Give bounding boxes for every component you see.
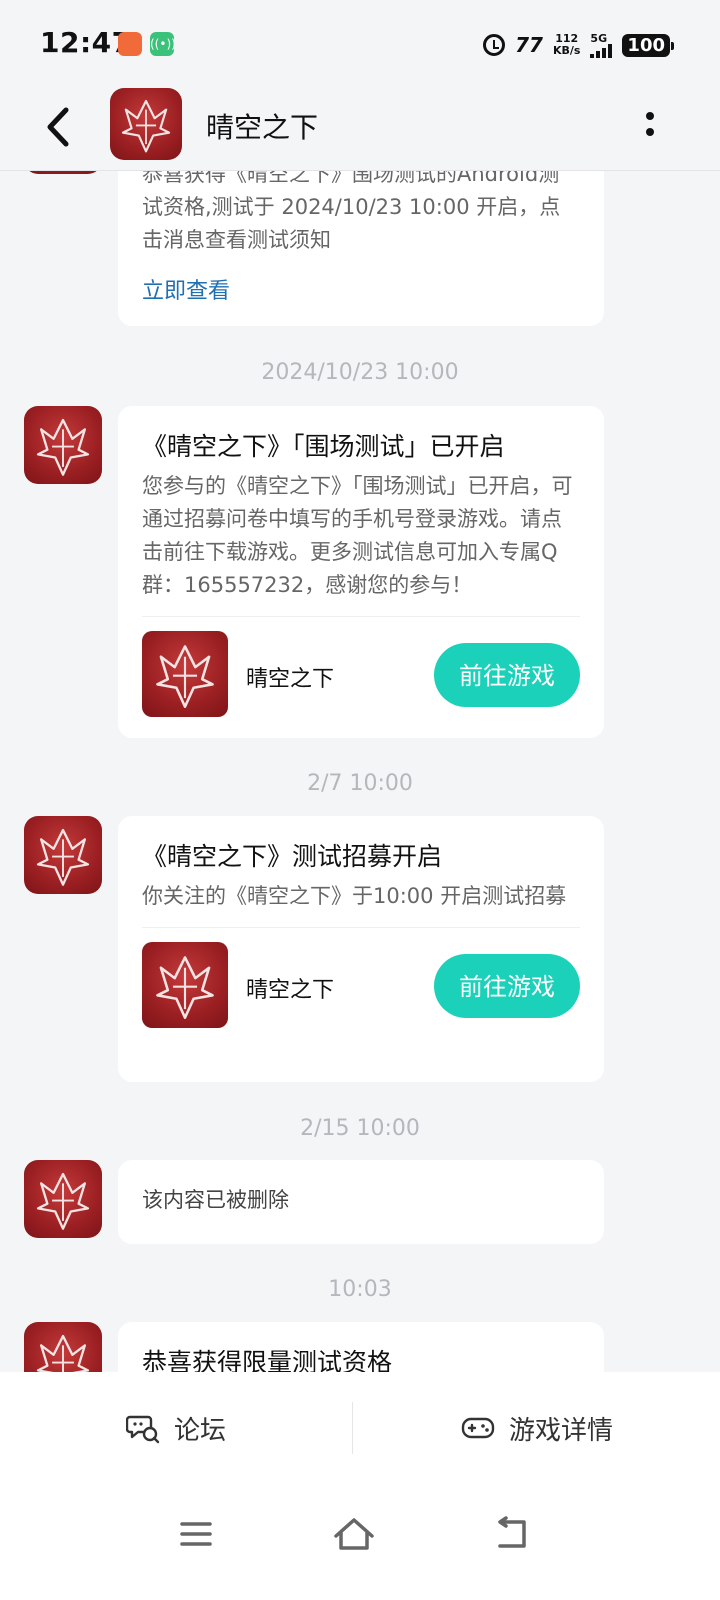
message-card[interactable]: 恭喜获得限量测试资格 — [118, 1322, 604, 1372]
system-navigation-bar — [0, 1484, 720, 1600]
message-card[interactable]: 该内容已被删除 — [118, 1160, 604, 1244]
message-title: 《晴空之下》「围场测试」已开启 — [142, 432, 505, 461]
notification-app-icon — [118, 32, 142, 56]
page-title: 晴空之下 — [206, 111, 319, 144]
back-arrow-icon — [498, 1516, 526, 1548]
home-button[interactable] — [330, 1514, 378, 1554]
bottom-tabbar: 论坛 游戏详情 — [0, 1372, 720, 1484]
game-name: 晴空之下 — [246, 667, 335, 692]
message-body: 恭喜获得《晴空之下》围场测试的Android测试资格,测试于 2024/10/2… — [142, 170, 561, 252]
status-indicators: 77 112 KB/s 5G 100 — [483, 30, 674, 60]
alarm-icon — [483, 34, 506, 56]
message-card[interactable]: 《晴空之下》「围场测试」已开启 您参与的《晴空之下》「围场测试」已开启，可通过招… — [118, 406, 604, 738]
message-title: 恭喜获得限量测试资格 — [142, 1348, 393, 1372]
game-name: 晴空之下 — [246, 978, 335, 1003]
more-options-button[interactable] — [640, 108, 660, 148]
recent-apps-button[interactable] — [172, 1514, 220, 1554]
network-type: 5G — [590, 31, 608, 45]
more-vertical-icon — [640, 112, 660, 136]
message-card[interactable]: 恭喜获得《晴空之下》围场测试的Android测试资格,测试于 2024/10/2… — [118, 170, 604, 326]
sender-avatar[interactable] — [24, 406, 102, 484]
gamepad-icon — [461, 1417, 495, 1439]
game-entry: 晴空之下 前往游戏 — [142, 927, 580, 1052]
chat-header: 晴空之下 — [0, 88, 720, 171]
sender-avatar[interactable] — [24, 1160, 102, 1238]
message-timestamp: 2024/10/23 10:00 — [261, 360, 459, 385]
status-bar: 12:47 ((•)) 77 112 KB/s 5G 100 — [0, 0, 720, 88]
forum-chat-icon — [125, 1415, 160, 1444]
signal-icon: 5G — [590, 31, 613, 58]
hotspot-icon: ((•)) — [150, 32, 176, 56]
game-avatar[interactable] — [110, 88, 182, 160]
network-speed: 112 KB/s — [553, 33, 580, 57]
tab-game-detail-label: 游戏详情 — [508, 1415, 613, 1446]
back-nav-button[interactable] — [488, 1514, 536, 1554]
message-timestamp: 2/15 10:00 — [300, 1116, 420, 1141]
home-icon — [334, 1518, 374, 1550]
message-body: 您参与的《晴空之下》「围场测试」已开启，可通过招募问卷中填写的手机号登录游戏。请… — [142, 474, 573, 597]
go-to-game-button[interactable]: 前往游戏 — [434, 954, 580, 1018]
message-title: 《晴空之下》测试招募开启 — [142, 842, 443, 871]
game-icon[interactable] — [142, 631, 228, 717]
message-timestamp: 2/7 10:00 — [307, 771, 413, 796]
go-to-game-button[interactable]: 前往游戏 — [434, 643, 580, 707]
tab-divider — [352, 1402, 353, 1454]
battery-icon: 100 — [622, 33, 674, 57]
message-timestamp: 10:03 — [328, 1277, 392, 1302]
message-body: 你关注的《晴空之下》于10:00 开启测试招募 — [142, 884, 567, 908]
menu-icon — [180, 1522, 212, 1546]
deleted-message-text: 该内容已被删除 — [142, 1188, 289, 1212]
tab-forum[interactable]: 论坛 — [0, 1372, 352, 1484]
tab-forum-label: 论坛 — [173, 1415, 226, 1446]
nfc-icon: 77 — [515, 33, 543, 57]
tab-game-detail[interactable]: 游戏详情 — [354, 1372, 720, 1484]
chevron-left-icon — [47, 107, 69, 147]
back-button[interactable] — [38, 102, 78, 152]
message-list[interactable]: 恭喜获得《晴空之下》围场测试的Android测试资格,测试于 2024/10/2… — [0, 170, 720, 1372]
view-now-link[interactable]: 立即查看 — [142, 273, 580, 305]
sender-avatar[interactable] — [24, 816, 102, 894]
game-entry: 晴空之下 前往游戏 — [142, 616, 580, 741]
sender-avatar[interactable] — [24, 1322, 102, 1372]
network-speed-unit: KB/s — [552, 44, 581, 57]
message-card[interactable]: 《晴空之下》测试招募开启 你关注的《晴空之下》于10:00 开启测试招募 晴空之… — [118, 816, 604, 1082]
game-icon[interactable] — [142, 942, 228, 1028]
